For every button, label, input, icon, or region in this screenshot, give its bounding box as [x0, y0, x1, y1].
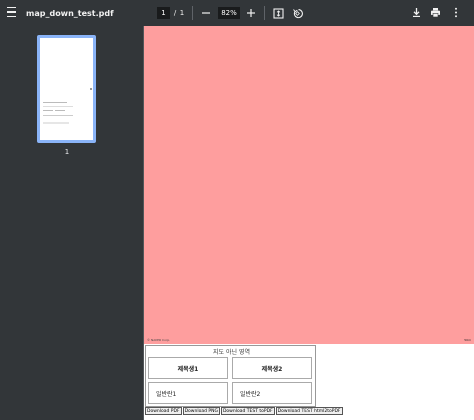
non-map-area: 지도 아닌 영역 제목생1 제목생2 일반란1 일반란2 Download PD…	[144, 344, 474, 420]
document-title: map_down_test.pdf	[26, 8, 114, 18]
map-scale-label: 50m	[464, 338, 471, 342]
print-button[interactable]	[428, 5, 442, 19]
page-total: 1	[179, 9, 185, 17]
download-test-topdf-button[interactable]: Download TEST toPDF	[220, 407, 275, 415]
print-icon	[430, 7, 440, 17]
download-button[interactable]	[409, 5, 423, 19]
toolbar-divider	[192, 6, 193, 20]
pdf-toolbar: map_down_test.pdf 1 / 1 82%	[0, 0, 474, 26]
thumbnail-sidebar: 1	[0, 26, 143, 420]
zoom-out-button[interactable]	[199, 6, 213, 20]
table-header-cell: 제목생2	[232, 357, 312, 379]
download-icon	[412, 7, 420, 17]
document-view[interactable]: © NAVER Corp. 50m 지도 아닌 영역 제목생1 제목생2 일반란…	[144, 26, 474, 420]
table-header-cell: 제목생1	[148, 357, 228, 379]
table-title: 지도 아닌 영역	[213, 349, 250, 356]
download-png-button[interactable]: Download PNG	[182, 407, 220, 415]
thumbnail-preview	[40, 38, 93, 140]
download-test-html2topdf-button[interactable]: Download TEST html2toPDF	[275, 407, 343, 415]
zoom-in-button[interactable]	[244, 6, 258, 20]
thumbnail-page-number: 1	[64, 148, 70, 156]
rotate-button[interactable]	[290, 6, 304, 20]
zoom-out-icon	[202, 12, 210, 14]
table-cell: 일반란2	[232, 382, 312, 404]
download-pdf-button[interactable]: Download PDF	[145, 407, 182, 415]
menu-button[interactable]	[2, 2, 20, 22]
rotate-icon	[292, 8, 303, 18]
page-number-input[interactable]: 1	[157, 7, 170, 19]
more-options-button[interactable]	[450, 5, 462, 19]
zoom-in-icon	[247, 9, 255, 17]
page-thumbnail[interactable]	[37, 35, 96, 143]
zoom-level-input[interactable]: 82%	[218, 7, 240, 19]
more-vert-icon	[455, 7, 457, 17]
table-cell: 일반란1	[148, 382, 228, 404]
download-button-row: Download PDF Download PNG Download TEST …	[145, 407, 343, 415]
fit-page-icon	[272, 7, 284, 19]
toolbar-divider	[264, 6, 265, 20]
menu-icon	[6, 5, 16, 19]
map-area: © NAVER Corp. 50m	[144, 26, 474, 344]
fit-to-page-button[interactable]	[271, 6, 285, 20]
content-table: 지도 아닌 영역 제목생1 제목생2 일반란1 일반란2	[145, 345, 316, 407]
map-attribution: © NAVER Corp.	[147, 338, 171, 342]
